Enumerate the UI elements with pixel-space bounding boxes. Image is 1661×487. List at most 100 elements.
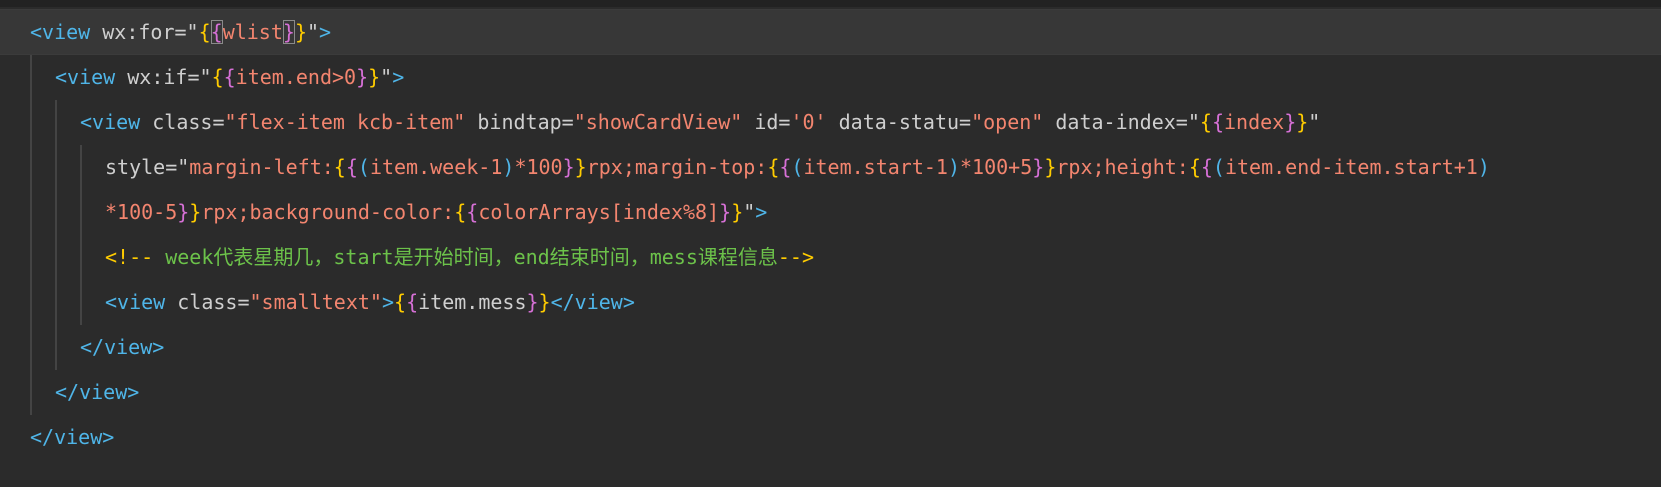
brace: } xyxy=(1296,110,1309,134)
code-line-9[interactable]: </view> xyxy=(55,369,139,415)
code-line-7[interactable]: <view class="smalltext">{{item.mess}}</v… xyxy=(105,279,635,325)
indent-guide-level-3 xyxy=(80,145,82,325)
brace: } xyxy=(189,200,202,224)
tag-open: <view xyxy=(105,290,166,314)
brace: } xyxy=(356,65,369,89)
expression: item.end-item.start+1 xyxy=(1224,155,1478,179)
quote: " xyxy=(1187,110,1200,134)
attribute-name: class= xyxy=(140,110,225,134)
closing-tag: </view> xyxy=(55,380,140,404)
brace-matched: { xyxy=(210,20,223,44)
quote: " xyxy=(743,200,756,224)
expression: index xyxy=(1223,110,1285,134)
tag-open: <view xyxy=(80,110,141,134)
quote: " xyxy=(307,20,320,44)
closing-tag: </view> xyxy=(550,290,635,314)
attribute-name: data-index= xyxy=(1043,110,1188,134)
code-line-6[interactable]: <!-- week代表星期几，start是开始时间，end结束时间，mess课程… xyxy=(105,234,814,280)
paren: ) xyxy=(947,155,961,179)
style-text: rpx;height: xyxy=(1056,155,1189,179)
brace: { xyxy=(1188,155,1201,179)
paren: ) xyxy=(502,155,515,179)
quote: " xyxy=(1308,110,1321,134)
brace-matched: } xyxy=(282,20,295,44)
paren: ( xyxy=(791,155,804,179)
brace: } xyxy=(562,155,575,179)
brace: { xyxy=(1200,155,1213,179)
attribute-name: wx:if= xyxy=(115,65,200,89)
code-line-2[interactable]: <view wx:if="{{item.end>0}}"> xyxy=(55,54,404,100)
brace: { xyxy=(345,155,358,179)
attribute-name: style= xyxy=(105,155,178,179)
brace: { xyxy=(779,155,792,179)
attribute-name: id= xyxy=(742,110,791,134)
code-line-5[interactable]: *100-5}}rpx;background-color:{{colorArra… xyxy=(105,189,767,235)
expression: item.start-1 xyxy=(803,155,948,179)
tag-close: > xyxy=(319,20,332,44)
closing-tag: </view> xyxy=(80,335,165,359)
editor-top-border xyxy=(0,0,1661,7)
brace: { xyxy=(767,155,780,179)
brace: } xyxy=(719,200,732,224)
attribute-name: bindtap= xyxy=(465,110,574,134)
attribute-value: '0' xyxy=(790,110,827,134)
attribute-value: "smalltext" xyxy=(249,290,382,314)
brace: } xyxy=(1032,155,1045,179)
brace: { xyxy=(223,65,236,89)
brace: { xyxy=(333,155,346,179)
brace: } xyxy=(368,65,381,89)
expression: colorArrays[index%8] xyxy=(478,200,720,224)
brace: } xyxy=(574,155,587,179)
attribute-name: wx:for= xyxy=(90,20,187,44)
brace: { xyxy=(466,200,479,224)
paren: ) xyxy=(1477,155,1490,179)
brace: } xyxy=(1044,155,1057,179)
tag-open: <view xyxy=(55,65,116,89)
style-text: rpx;background-color: xyxy=(201,200,455,224)
brace: { xyxy=(198,20,211,44)
expression: wlist xyxy=(222,20,283,44)
style-text: rpx;margin-top: xyxy=(586,155,768,179)
code-line-4[interactable]: style="margin-left:{{(item.week-1)*100}}… xyxy=(105,144,1490,190)
code-line-1[interactable]: <view wx:for="{{wlist}}"> xyxy=(30,9,331,55)
quote: " xyxy=(199,65,212,89)
comment-open: <!-- xyxy=(105,245,154,269)
paren: ( xyxy=(1212,155,1225,179)
brace: { xyxy=(211,65,224,89)
comment-text: week代表星期几，start是开始时间，end结束时间，mess课程信息 xyxy=(153,245,778,269)
text-content: item.mess xyxy=(418,290,527,314)
paren: ( xyxy=(357,155,370,179)
attribute-value: "showCardView" xyxy=(573,110,743,134)
brace: } xyxy=(526,290,539,314)
indent-guide-level-2 xyxy=(55,100,57,370)
brace: { xyxy=(1211,110,1224,134)
brace: } xyxy=(177,200,190,224)
code-line-8[interactable]: </view> xyxy=(80,324,164,370)
attribute-name: class= xyxy=(165,290,250,314)
attribute-value: "flex-item kcb-item" xyxy=(224,110,466,134)
expression: *100-5 xyxy=(105,200,178,224)
brace: } xyxy=(294,20,307,44)
quote: " xyxy=(380,65,393,89)
expression: item.end>0 xyxy=(235,65,357,89)
brace: } xyxy=(538,290,551,314)
code-line-3[interactable]: <view class="flex-item kcb-item" bindtap… xyxy=(80,99,1320,145)
code-editor[interactable]: <view wx:for="{{wlist}}"> <view wx:if="{… xyxy=(0,0,1661,487)
expression: *100+5 xyxy=(960,155,1033,179)
tag-open: <view xyxy=(30,20,91,44)
indent-guide-level-1 xyxy=(30,55,32,415)
brace: { xyxy=(394,290,407,314)
expression: item.week-1 xyxy=(369,155,503,179)
closing-tag: </view> xyxy=(30,425,115,449)
comment-close: --> xyxy=(777,245,814,269)
expression: *100 xyxy=(514,155,563,179)
tag-close: > xyxy=(755,200,768,224)
brace: } xyxy=(731,200,744,224)
quote: " xyxy=(177,155,190,179)
attribute-name: data-statu= xyxy=(826,110,972,134)
quote: " xyxy=(186,20,199,44)
tag-close: > xyxy=(381,290,395,314)
brace: { xyxy=(1199,110,1212,134)
code-line-10[interactable]: </view> xyxy=(30,414,114,460)
brace: { xyxy=(454,200,467,224)
